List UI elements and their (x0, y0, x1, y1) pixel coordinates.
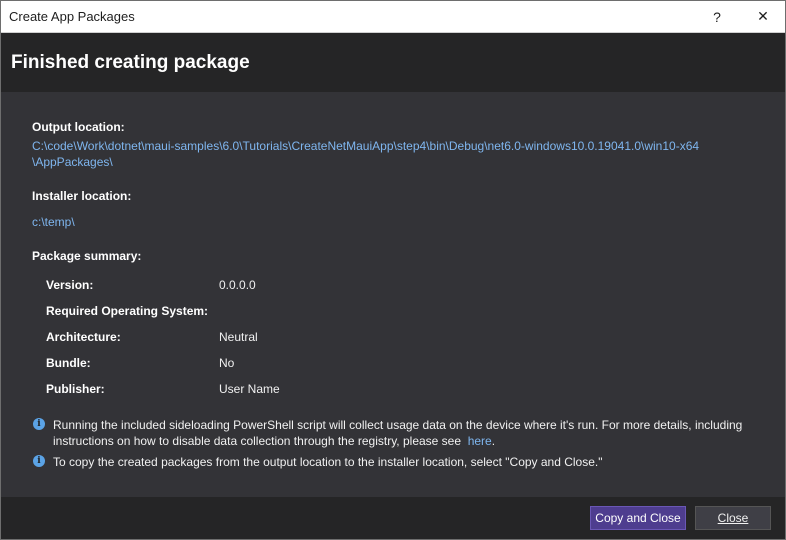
info-icon: i (33, 455, 45, 467)
summary-value: Neutral (219, 330, 258, 344)
create-app-packages-dialog: Create App Packages ? ✕ Finished creatin… (0, 0, 786, 540)
summary-key: Publisher: (46, 382, 105, 396)
close-icon: ✕ (757, 8, 769, 24)
info-icon: i (33, 418, 45, 430)
output-location-link-line2[interactable]: \AppPackages\ (32, 155, 113, 169)
summary-row-required-os: Required Operating System: (46, 304, 446, 320)
output-location-link-line1[interactable]: C:\code\Work\dotnet\maui-samples\6.0\Tut… (32, 139, 699, 153)
help-button[interactable]: ? (699, 1, 735, 32)
help-icon: ? (713, 8, 721, 25)
copy-and-close-label: Copy and Close (595, 511, 681, 525)
close-label: Close (717, 511, 749, 525)
here-link[interactable]: here (468, 434, 492, 448)
summary-value: 0.0.0.0 (219, 278, 256, 292)
telemetry-info-text: instructions on how to disable data coll… (53, 434, 462, 448)
close-window-button[interactable]: ✕ (745, 1, 781, 32)
summary-row-publisher: Publisher: User Name (46, 382, 446, 398)
installer-location-link[interactable]: c:\temp\ (32, 215, 75, 229)
summary-value: User Name (219, 382, 280, 396)
dialog-header: Finished creating package (1, 33, 785, 92)
summary-key: Bundle: (46, 356, 91, 370)
summary-row-bundle: Bundle: No (46, 356, 446, 372)
summary-row-architecture: Architecture: Neutral (46, 330, 446, 346)
output-location-label: Output location: (32, 120, 125, 134)
window-title: Create App Packages (9, 9, 135, 24)
summary-key: Required Operating System: (46, 304, 209, 318)
page-title: Finished creating package (11, 52, 250, 73)
summary-key: Version: (46, 278, 94, 292)
telemetry-info-line1: Running the included sideloading PowerSh… (53, 418, 743, 432)
telemetry-info-line2: instructions on how to disable data coll… (53, 433, 495, 449)
summary-row-version: Version: 0.0.0.0 (46, 278, 446, 294)
copy-info-text: To copy the created packages from the ou… (53, 455, 603, 469)
copy-and-close-button[interactable]: Copy and Close (590, 506, 686, 530)
dialog-footer: Copy and Close Close (1, 497, 785, 539)
summary-value: No (219, 356, 235, 370)
summary-key: Architecture: (46, 330, 121, 344)
title-bar: Create App Packages ? ✕ (1, 1, 785, 33)
telemetry-info-suffix: . (491, 434, 496, 448)
installer-location-label: Installer location: (32, 189, 132, 203)
dialog-content: Output location: C:\code\Work\dotnet\mau… (1, 92, 785, 497)
package-summary-label: Package summary: (32, 249, 142, 263)
close-button[interactable]: Close (695, 506, 771, 530)
